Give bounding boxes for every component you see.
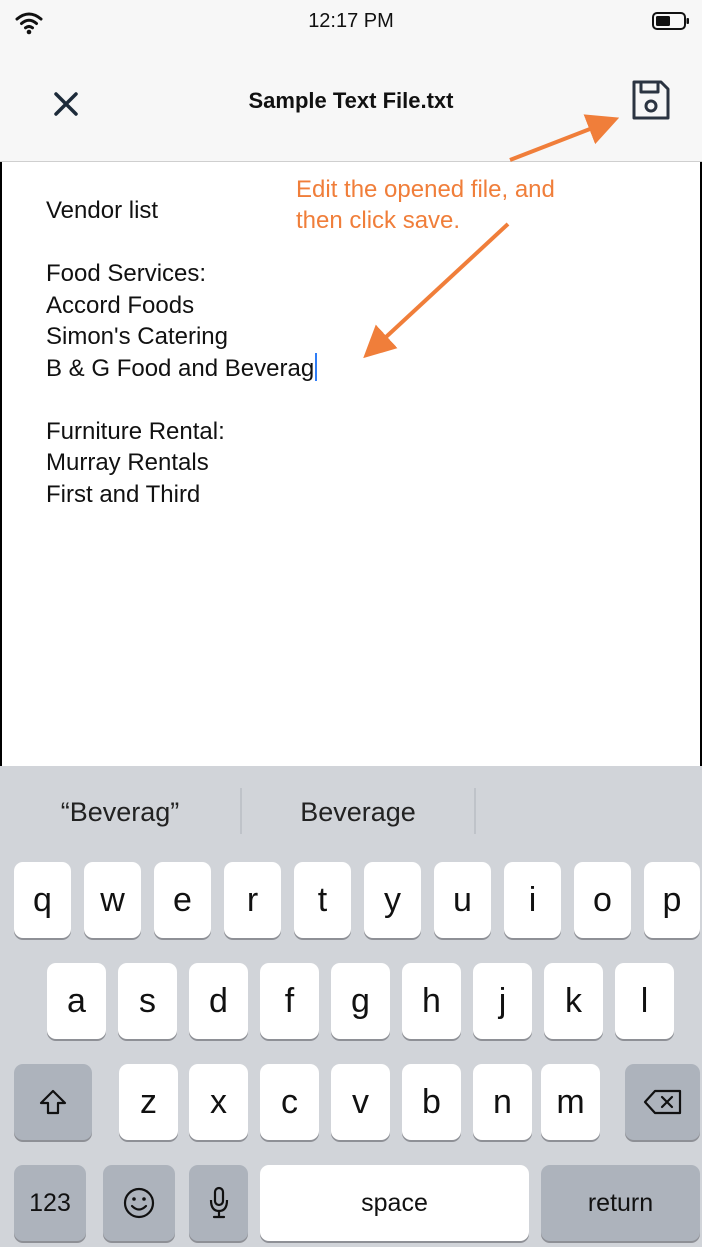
annotation-text: Edit the opened file, and then click sav…: [296, 174, 555, 236]
key-r[interactable]: r: [224, 862, 281, 938]
status-bar: 12:17 PM: [0, 0, 702, 50]
key-z[interactable]: z: [119, 1064, 178, 1140]
key-t[interactable]: t: [294, 862, 351, 938]
text-line: Accord Foods: [46, 291, 195, 319]
key-i[interactable]: i: [504, 862, 561, 938]
key-x[interactable]: x: [189, 1064, 248, 1140]
text-editor[interactable]: Vendor list Food Services: Accord Foods …: [46, 195, 646, 510]
suggestion-empty[interactable]: [476, 766, 702, 858]
key-p[interactable]: p: [644, 862, 700, 938]
key-c[interactable]: c: [260, 1064, 319, 1140]
key-h[interactable]: h: [402, 963, 461, 1039]
navigation-bar: Sample Text File.txt: [0, 50, 702, 162]
key-u[interactable]: u: [434, 862, 491, 938]
microphone-icon: [209, 1186, 228, 1219]
return-key[interactable]: return: [541, 1165, 700, 1241]
key-l[interactable]: l: [615, 963, 674, 1039]
text-cursor: [315, 352, 318, 381]
text-line-active: B & G Food and Beverag: [46, 352, 646, 385]
suggestion-quoted[interactable]: “Beverag”: [0, 766, 240, 858]
battery-icon: [652, 12, 689, 30]
key-k[interactable]: k: [544, 963, 603, 1039]
keyboard: “Beverag” Beverage q w e r t y u i o p a…: [0, 766, 702, 1247]
page-title: Sample Text File.txt: [248, 88, 454, 113]
shift-key[interactable]: [14, 1064, 92, 1140]
emoji-key[interactable]: [103, 1165, 175, 1241]
key-e[interactable]: e: [154, 862, 211, 938]
key-j[interactable]: j: [473, 963, 532, 1039]
annotation-line-2: then click save.: [296, 207, 461, 234]
text-line: Furniture Rental:: [46, 417, 225, 445]
key-n[interactable]: n: [473, 1064, 532, 1140]
text-line-content: B & G Food and Beverag: [46, 354, 315, 382]
text-line: Murray Rentals: [46, 449, 209, 476]
annotation-line-1: Edit the opened file, and: [296, 176, 555, 203]
backspace-icon: [643, 1089, 681, 1115]
key-a[interactable]: a: [47, 963, 106, 1039]
backspace-key[interactable]: [625, 1064, 700, 1140]
key-v[interactable]: v: [331, 1064, 390, 1140]
microphone-key[interactable]: [189, 1165, 248, 1241]
suggestion-word[interactable]: Beverage: [242, 766, 474, 858]
key-m[interactable]: m: [541, 1064, 600, 1140]
emoji-icon: [123, 1187, 155, 1219]
key-w[interactable]: w: [84, 862, 141, 938]
key-d[interactable]: d: [189, 963, 248, 1039]
suggestion-bar: “Beverag” Beverage: [0, 766, 702, 858]
key-y[interactable]: y: [364, 862, 421, 938]
key-o[interactable]: o: [574, 862, 631, 938]
text-line: First and Third: [46, 480, 201, 508]
status-time: 12:17 PM: [308, 10, 394, 32]
space-key[interactable]: space: [260, 1165, 529, 1241]
text-line: Food Services:: [46, 260, 207, 287]
key-s[interactable]: s: [118, 963, 177, 1039]
key-b[interactable]: b: [402, 1064, 461, 1140]
save-icon[interactable]: [628, 76, 674, 124]
text-line: Simon's Catering: [46, 323, 228, 350]
key-q[interactable]: q: [14, 862, 71, 938]
key-f[interactable]: f: [260, 963, 319, 1039]
numbers-key[interactable]: 123: [14, 1165, 86, 1241]
shift-icon: [39, 1089, 67, 1115]
key-g[interactable]: g: [331, 963, 390, 1039]
